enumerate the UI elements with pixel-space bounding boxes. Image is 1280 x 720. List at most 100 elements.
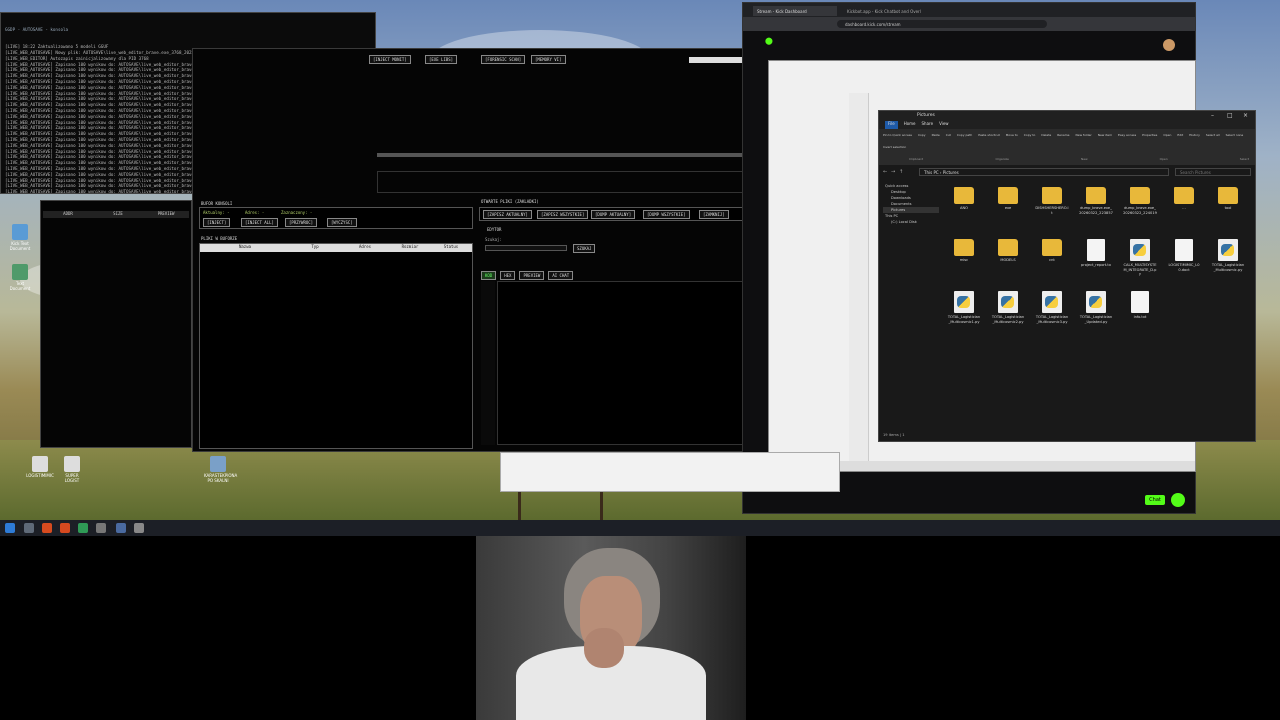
close-icon[interactable]: × (1243, 112, 1248, 119)
dump-current-button[interactable]: [DUMP AKTUALNY] (591, 210, 636, 219)
chat-button[interactable]: Chat (1145, 495, 1165, 505)
file-item[interactable]: project_report.tx (1079, 239, 1113, 268)
inject-monit-button[interactable]: [INJECT MONIT] (369, 55, 411, 64)
desktop-icon[interactable]: Kick Text Document (6, 224, 34, 251)
ribbon-item[interactable]: Edit (1177, 133, 1183, 143)
forward-arrow-icon[interactable]: → (891, 169, 895, 175)
inject-button[interactable]: [INJECT] (203, 218, 231, 227)
ribbon-item[interactable]: Rename (1057, 133, 1069, 143)
ribbon-item[interactable]: New folder (1076, 133, 1092, 143)
save-current-button[interactable]: [ZAPISZ AKTUALNY] (483, 210, 532, 219)
ribbon-tab-home[interactable]: Home (904, 121, 916, 129)
ribbon-item[interactable]: Properties (1142, 133, 1157, 143)
ribbon-item[interactable]: Paste shortcut (978, 133, 1000, 143)
app-icon[interactable] (96, 523, 106, 533)
tab-hex[interactable]: HEX (500, 271, 516, 280)
ribbon-item[interactable]: Select all (1206, 133, 1220, 143)
ribbon-item[interactable]: Move to (1006, 133, 1018, 143)
file-item[interactable]: dump_brave.exe_20260322_224019 (1123, 187, 1157, 215)
ribbon-item[interactable]: Pin to Quick access (883, 133, 912, 143)
file-item[interactable]: tool (1211, 187, 1245, 211)
file-item[interactable]: TOTAL_Logistician_Multicosmic3.py (1035, 291, 1069, 324)
col-addr[interactable]: ADDR (43, 211, 93, 218)
file-item[interactable]: cnt (1035, 239, 1069, 263)
col-address[interactable]: Adres (340, 244, 390, 252)
tab-ai-chat[interactable]: AI CHAT (548, 271, 574, 280)
code-editor[interactable] (497, 281, 765, 445)
ribbon-tab-share[interactable]: Share (922, 121, 934, 129)
file-item[interactable]: exe (991, 187, 1025, 211)
brave-icon[interactable] (42, 523, 52, 533)
ribbon-item[interactable]: Copy (918, 133, 926, 143)
inject-all-button[interactable]: [INJECT ALL] (241, 218, 278, 227)
ribbon-item[interactable]: Select none (1226, 133, 1244, 143)
col-size[interactable]: Rozmiar (390, 244, 430, 252)
ribbon-item[interactable]: Invert selection (883, 145, 906, 155)
col-name[interactable]: Nazwa (200, 244, 290, 252)
kick-icon[interactable] (1171, 493, 1185, 507)
file-item[interactable]: CALX_MULTISYSTEM_INTEGRATE_D.py (1123, 239, 1157, 277)
tab-kick-dashboard[interactable]: Stream - Kick Dashboard (753, 6, 837, 16)
close-button[interactable]: [ZAMKNIJ] (699, 210, 729, 219)
up-arrow-icon[interactable]: ↑ (899, 169, 903, 175)
file-item[interactable]: DISHSHERSHERO.lt (1035, 187, 1069, 215)
dump-all-button[interactable]: [DUMP WSZYSTKIE] (643, 210, 690, 219)
col-preview[interactable]: PREVIEW (143, 211, 189, 218)
search-icon[interactable] (24, 523, 34, 533)
desktop-icon[interactable]: KARASTEKPIONA PO SKALNI (204, 456, 237, 483)
ribbon-tab-view[interactable]: View (939, 121, 949, 129)
file-item[interactable]: TOTAL_Logistician_Multicosmic2.py (991, 291, 1025, 324)
search-box[interactable]: Search Pictures (1175, 168, 1251, 176)
path-this-pc[interactable]: This PC (924, 170, 939, 175)
avatar[interactable] (1163, 39, 1175, 51)
back-arrow-icon[interactable]: ← (883, 169, 887, 175)
ribbon-item[interactable]: Copy to (1024, 133, 1036, 143)
ribbon-item[interactable]: Open (1163, 133, 1171, 143)
exe-libs-button[interactable]: [EXE LIBS] (425, 55, 458, 64)
file-item[interactable]: misc (947, 239, 981, 263)
ribbon-item[interactable]: Cut (946, 133, 951, 143)
file-item[interactable]: TOTAL_Logistician_Multicosmic1.py (947, 291, 981, 324)
ribbon-item[interactable]: Easy access (1118, 133, 1136, 143)
save-all-button[interactable]: [ZAPISZ WSZYSTKIE] (537, 210, 589, 219)
tab-kickbot[interactable]: Kickbot.app - Kick Chatbot and Overl (843, 6, 927, 16)
nav-item[interactable]: (C:) Local Disk (883, 219, 939, 225)
file-item[interactable]: LOGISTIMIMIC_L00.doct (1167, 239, 1201, 272)
col-type[interactable]: Typ (290, 244, 340, 252)
maximize-icon[interactable]: □ (1227, 112, 1233, 119)
ribbon-item[interactable]: Delete (1041, 133, 1051, 143)
tab-code[interactable]: KOD (481, 271, 497, 280)
restore-button[interactable]: [PRZYWROC] (285, 218, 318, 227)
ribbon-item[interactable]: New item (1098, 133, 1112, 143)
file-item[interactable]: TOTAL_Logistician_Multicosmic.py (1211, 239, 1245, 272)
file-item[interactable]: MODELS (991, 239, 1025, 263)
search-input[interactable] (485, 245, 567, 251)
desktop-icon[interactable]: Text Document (6, 264, 34, 291)
ribbon-tab-file[interactable]: File (885, 121, 898, 129)
file-item[interactable]: dump_brave.exe_20260322_223857 (1079, 187, 1113, 215)
memory-view-button[interactable]: [MEMORY VI] (531, 55, 566, 64)
clear-button[interactable]: [WYCZYSC] (327, 218, 357, 227)
search-button[interactable]: SZUKAJ (573, 244, 596, 253)
path-pictures[interactable]: Pictures (943, 170, 959, 175)
file-item[interactable]: info.txt (1123, 291, 1157, 320)
ribbon-item[interactable]: Copy path (957, 133, 972, 143)
address-path[interactable]: This PC › Pictures (919, 168, 1169, 176)
ribbon-item[interactable]: History (1189, 133, 1200, 143)
app-icon[interactable] (134, 523, 144, 533)
app-icon[interactable] (60, 523, 70, 533)
forensic-scan-button[interactable]: [FORENSIC SCAN] (481, 55, 526, 64)
system-tray[interactable] (1216, 523, 1256, 533)
start-icon[interactable] (5, 523, 15, 533)
url-bar[interactable]: dashboard.kick.com/stream (837, 20, 1047, 28)
desktop-icon[interactable]: SUPER LOGIST (58, 456, 86, 483)
minimize-icon[interactable]: – (1211, 112, 1214, 119)
tab-preview[interactable]: PREVIEW (519, 271, 545, 280)
ribbon-item[interactable]: Paste (932, 133, 940, 143)
col-size[interactable]: SIZE (93, 211, 143, 218)
file-item[interactable]: ANO (947, 187, 981, 211)
app-icon[interactable] (78, 523, 88, 533)
app-icon[interactable] (116, 523, 126, 533)
file-item[interactable]: TOTAL_Logistician_Updated.py (1079, 291, 1113, 324)
file-item[interactable]: ... (1167, 187, 1201, 211)
